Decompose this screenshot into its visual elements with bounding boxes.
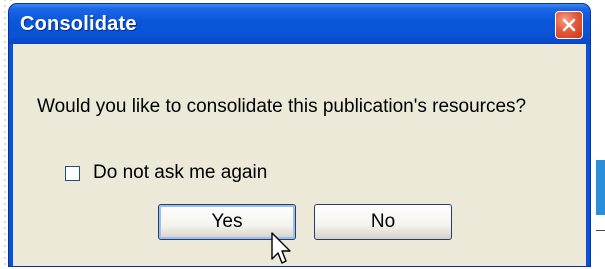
close-x-icon <box>562 18 576 32</box>
dialog-titlebar[interactable]: Consolidate <box>9 4 590 44</box>
consolidate-dialog: Consolidate Would you like to consolidat… <box>9 4 590 266</box>
background-blue-block <box>596 160 605 215</box>
dialog-title: Consolidate <box>20 13 137 35</box>
do-not-ask-label[interactable]: Do not ask me again <box>93 162 267 184</box>
close-button[interactable] <box>555 11 583 39</box>
mouse-pointer-icon <box>271 232 291 264</box>
background-line <box>596 230 605 231</box>
do-not-ask-checkbox[interactable] <box>65 165 80 181</box>
no-button[interactable]: No <box>314 204 452 240</box>
dialog-message: Would you like to consolidate this publi… <box>37 96 527 117</box>
do-not-ask-row[interactable]: Do not ask me again <box>65 162 267 184</box>
dialog-body: Would you like to consolidate this publi… <box>13 44 586 266</box>
